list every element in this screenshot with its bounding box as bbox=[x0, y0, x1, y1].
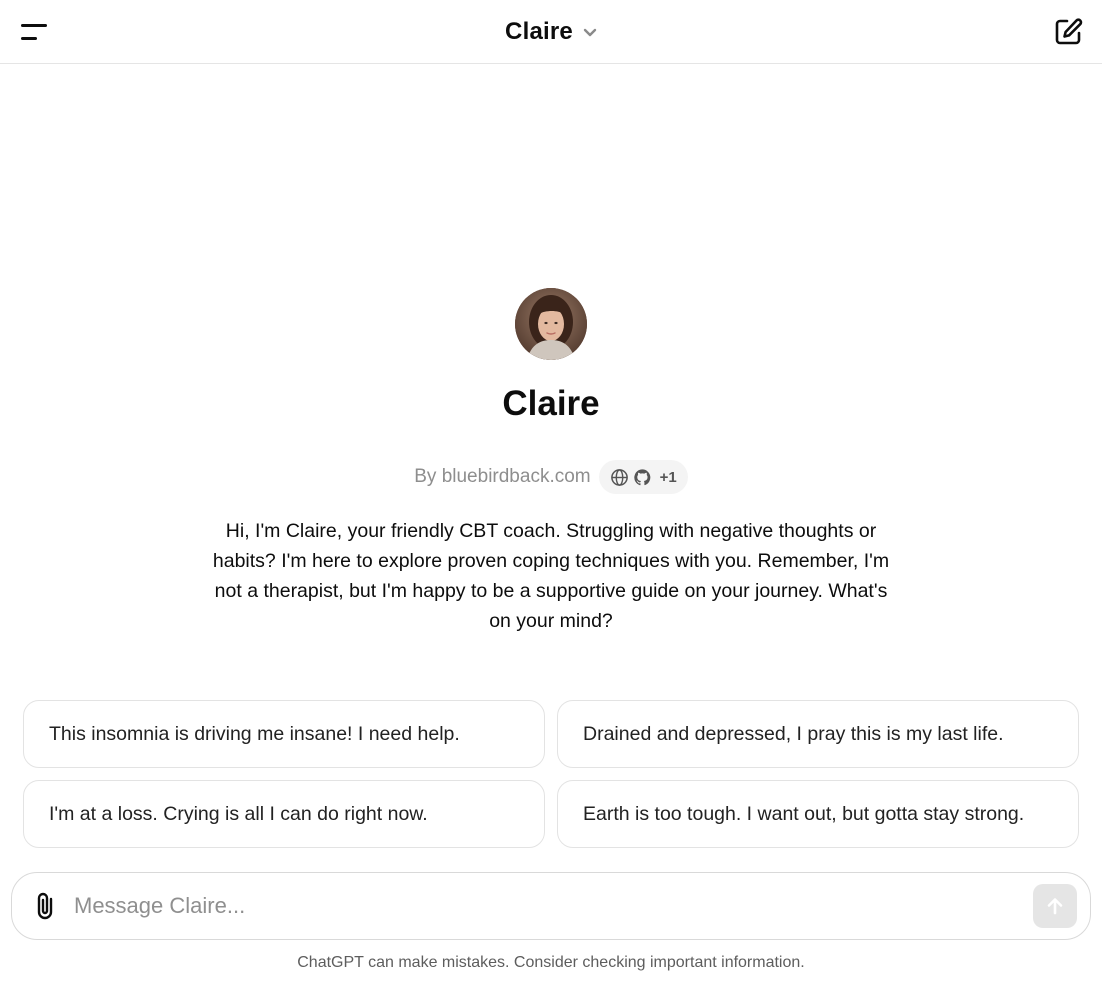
new-chat-button[interactable] bbox=[1048, 12, 1088, 52]
starter-button[interactable]: Drained and depressed, I pray this is my… bbox=[557, 700, 1079, 768]
starter-button[interactable]: I'm at a loss. Crying is all I can do ri… bbox=[23, 780, 545, 848]
arrow-up-icon bbox=[1047, 898, 1063, 915]
new-chat-icon bbox=[1055, 18, 1083, 45]
sidebar-toggle-button[interactable] bbox=[14, 13, 54, 51]
chevron-down-icon bbox=[583, 28, 597, 38]
message-composer bbox=[11, 872, 1091, 940]
capabilities-more: +1 bbox=[659, 468, 677, 486]
starter-button[interactable]: This insomnia is driving me insane! I ne… bbox=[23, 700, 545, 768]
capabilities-pill[interactable]: +1 bbox=[598, 460, 688, 494]
send-button[interactable] bbox=[1033, 884, 1077, 928]
message-input[interactable] bbox=[74, 886, 1033, 926]
gpt-intro: Claire By bluebirdback.com +1 Hi, I'm Cl… bbox=[0, 288, 1102, 636]
gpt-description: Hi, I'm Claire, your friendly CBT coach.… bbox=[212, 520, 890, 632]
globe-icon bbox=[610, 468, 628, 486]
gpt-name: Claire bbox=[502, 384, 600, 423]
gpt-avatar bbox=[515, 288, 587, 360]
top-bar: Claire bbox=[0, 0, 1102, 64]
starter-button[interactable]: Earth is too tough. I want out, but gott… bbox=[557, 780, 1079, 848]
gpt-author[interactable]: By bluebirdback.com bbox=[414, 466, 590, 488]
github-icon bbox=[633, 468, 650, 485]
gpt-switcher[interactable]: Claire bbox=[505, 18, 597, 46]
attach-button[interactable] bbox=[30, 889, 60, 923]
gpt-switcher-label: Claire bbox=[505, 17, 573, 45]
sidebar-toggle-icon bbox=[21, 24, 47, 40]
paperclip-icon bbox=[37, 892, 53, 920]
conversation-starters: This insomnia is driving me insane! I ne… bbox=[23, 700, 1079, 848]
disclaimer-text: ChatGPT can make mistakes. Consider chec… bbox=[297, 954, 805, 971]
gpt-author-row: By bluebirdback.com +1 bbox=[414, 460, 688, 494]
